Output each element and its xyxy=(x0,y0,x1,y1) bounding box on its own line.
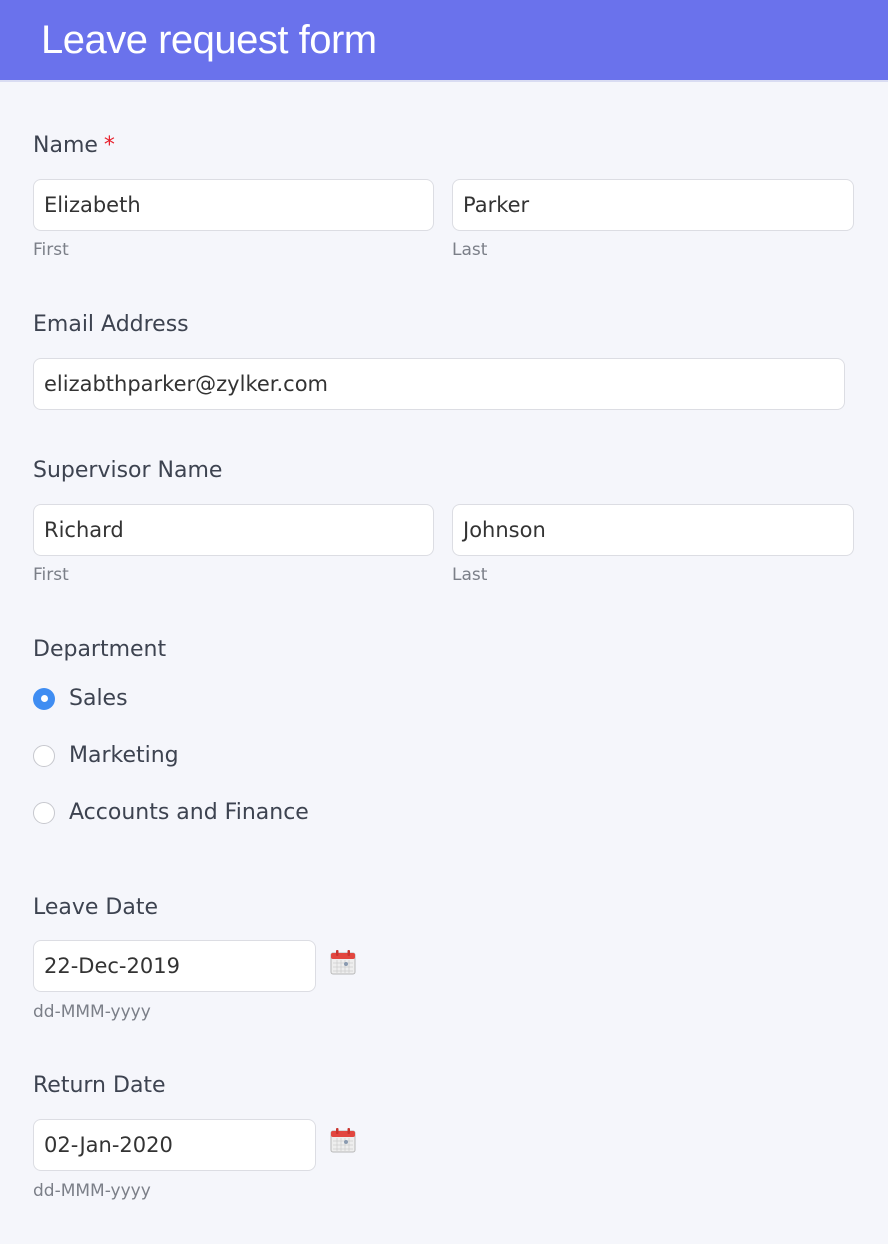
last-name-sublabel: Last xyxy=(452,240,488,260)
calendar-icon[interactable] xyxy=(329,948,357,976)
leave-date-input[interactable]: 22-Dec-2019 xyxy=(33,940,316,992)
form-header: Leave request form xyxy=(0,0,888,82)
required-asterisk: * xyxy=(103,133,115,158)
supervisor-first-input[interactable]: Richard xyxy=(33,504,434,556)
email-label: Email Address xyxy=(33,312,189,337)
name-label-text: Name xyxy=(33,133,98,158)
radio-button[interactable] xyxy=(33,744,55,767)
last-name-input[interactable]: Parker xyxy=(452,179,854,231)
email-input[interactable]: elizabthparker@zylker.com xyxy=(33,358,845,410)
department-label: Department xyxy=(33,637,167,662)
leave-date-format-hint: dd-MMM-yyyy xyxy=(33,1002,151,1022)
radio-label: Accounts and Finance xyxy=(69,800,309,825)
supervisor-last-sublabel: Last xyxy=(452,565,488,585)
supervisor-last-input[interactable]: Johnson xyxy=(452,504,854,556)
form-title: Leave request form xyxy=(41,17,377,62)
department-option-marketing[interactable]: Marketing xyxy=(33,743,179,768)
radio-button-checked[interactable] xyxy=(33,687,55,710)
first-name-sublabel: First xyxy=(33,240,69,260)
department-option-sales[interactable]: Sales xyxy=(33,686,128,711)
return-date-format-hint: dd-MMM-yyyy xyxy=(33,1181,151,1201)
radio-label: Sales xyxy=(69,686,128,711)
radio-label: Marketing xyxy=(69,743,179,768)
first-name-input[interactable]: Elizabeth xyxy=(33,179,434,231)
calendar-icon[interactable] xyxy=(329,1126,357,1154)
supervisor-first-sublabel: First xyxy=(33,565,69,585)
name-label: Name * xyxy=(33,133,115,158)
department-option-accounts-finance[interactable]: Accounts and Finance xyxy=(33,800,309,825)
leave-date-label: Leave Date xyxy=(33,895,159,920)
supervisor-label: Supervisor Name xyxy=(33,458,223,483)
return-date-label: Return Date xyxy=(33,1073,166,1098)
radio-button[interactable] xyxy=(33,801,55,824)
return-date-input[interactable]: 02-Jan-2020 xyxy=(33,1119,316,1171)
